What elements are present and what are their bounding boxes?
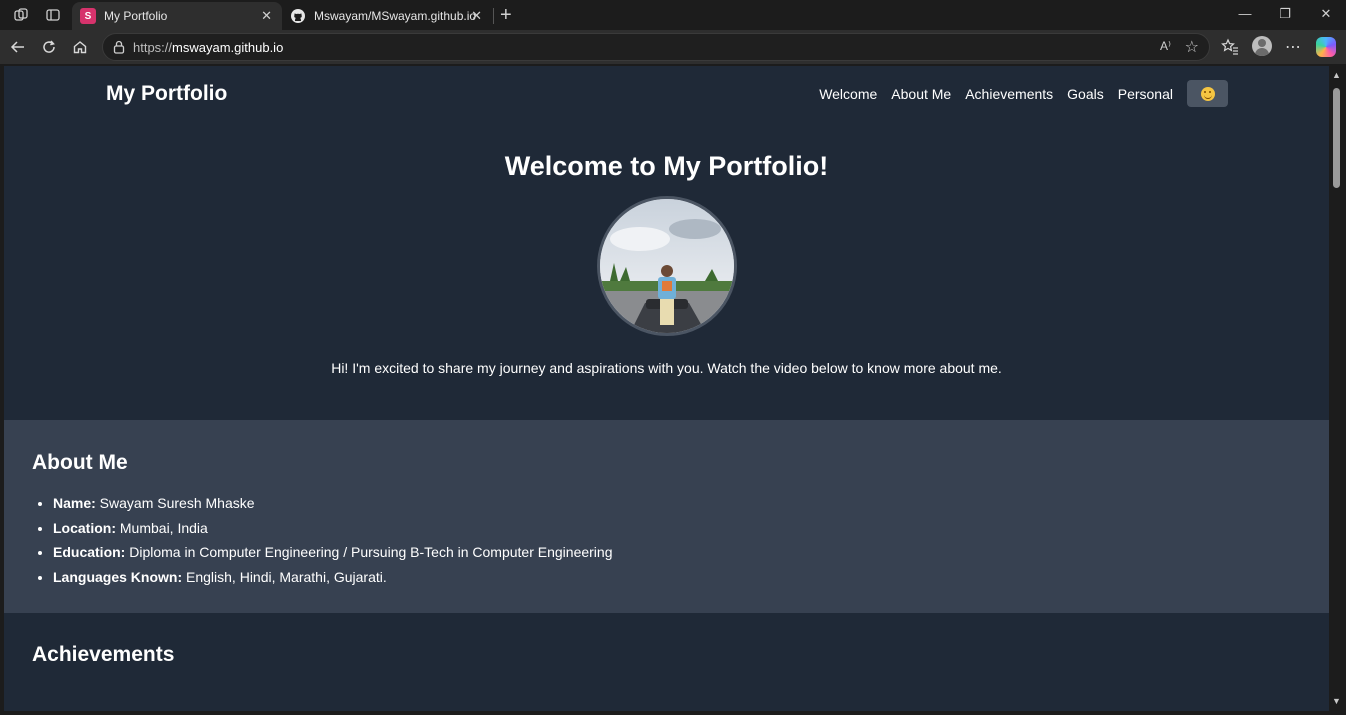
item-value: Swayam Suresh Mhaske (95, 495, 255, 511)
site-header: My Portfolio Welcome About Me Achievemen… (4, 66, 1329, 126)
intro-text: Hi! I'm excited to share my journey and … (331, 360, 1002, 376)
page-viewport: My Portfolio Welcome About Me Achievemen… (4, 66, 1329, 711)
refresh-icon[interactable] (39, 37, 59, 57)
restore-icon[interactable]: ❐ (1275, 6, 1295, 22)
scroll-up-arrow-icon[interactable]: ▲ (1332, 70, 1341, 80)
item-label: Name: (53, 495, 96, 511)
list-item: Education: Diploma in Computer Engineeri… (53, 540, 613, 565)
nav-about-me[interactable]: About Me (891, 86, 951, 102)
tab-title: Mswayam/MSwayam.github.io (314, 9, 477, 23)
tab-separator (493, 8, 494, 24)
achievements-heading: Achievements (32, 643, 175, 666)
favorites-icon[interactable] (1220, 37, 1240, 57)
tab-my-portfolio[interactable]: S My Portfolio ✕ (72, 2, 282, 30)
site-title: My Portfolio (106, 82, 228, 105)
more-options-icon[interactable]: ⋯ (1283, 37, 1303, 57)
tab-github[interactable]: Mswayam/MSwayam.github.io ✕ (282, 2, 492, 30)
profile-avatar-icon[interactable] (1252, 36, 1272, 56)
url-text[interactable]: https://mswayam.github.io (133, 40, 283, 55)
github-icon (290, 8, 306, 24)
browser-toolbar: https://mswayam.github.io A⁾ ☆ ⋯ (0, 30, 1346, 64)
scroll-down-arrow-icon[interactable]: ▼ (1332, 696, 1341, 706)
about-me-section: About Me Name: Swayam Suresh Mhaske Loca… (4, 420, 1329, 613)
profile-photo (597, 196, 737, 336)
item-value: English, Hindi, Marathi, Gujarati. (182, 569, 387, 586)
item-label: Education: (53, 544, 126, 561)
close-tab-icon[interactable]: ✕ (261, 8, 272, 24)
address-bar[interactable]: https://mswayam.github.io A⁾ ☆ (102, 33, 1210, 61)
emoji-face-icon (1200, 86, 1215, 101)
welcome-heading: Welcome to My Portfolio! (504, 151, 829, 181)
list-item: Languages Known: English, Hindi, Marathi… (53, 565, 613, 590)
url-scheme: https:// (133, 40, 173, 55)
nav-personal[interactable]: Personal (1118, 86, 1173, 102)
scrollbar-thumb[interactable] (1333, 88, 1340, 188)
favorite-star-icon[interactable]: ☆ (1185, 37, 1199, 57)
nav-goals[interactable]: Goals (1067, 86, 1104, 102)
item-value: Mumbai, India (116, 519, 208, 536)
nav-achievements[interactable]: Achievements (965, 86, 1053, 102)
minimize-icon[interactable]: — (1235, 6, 1255, 21)
copilot-icon[interactable] (1316, 37, 1336, 57)
item-label: Languages Known: (53, 569, 183, 586)
tab-title: My Portfolio (104, 9, 168, 23)
welcome-section: Welcome to My Portfolio! Hi! I'm excited… (4, 126, 1329, 420)
url-host: mswayam.github.io (172, 40, 284, 55)
new-tab-icon[interactable]: + (500, 4, 512, 27)
theme-toggle-button[interactable] (1187, 80, 1228, 107)
item-label: Location: (53, 519, 116, 536)
lock-icon[interactable] (111, 39, 127, 55)
about-me-heading: About Me (32, 451, 128, 474)
home-icon[interactable] (70, 37, 90, 57)
back-icon[interactable] (8, 37, 28, 57)
achievements-section: Achievements (4, 613, 1329, 711)
page-scrollbar[interactable]: ▲ ▼ (1329, 66, 1346, 715)
close-tab-icon[interactable]: ✕ (471, 8, 482, 24)
browser-tab-bar: S My Portfolio ✕ Mswayam/MSwayam.github.… (0, 0, 1346, 30)
list-item: Name: Swayam Suresh Mhaske (53, 491, 613, 516)
list-item: Location: Mumbai, India (53, 516, 613, 541)
nav-welcome[interactable]: Welcome (819, 86, 877, 102)
workspaces-icon[interactable] (12, 6, 30, 24)
about-me-list: Name: Swayam Suresh Mhaske Location: Mum… (53, 491, 613, 590)
close-window-icon[interactable]: ✕ (1316, 6, 1336, 22)
portfolio-favicon-icon: S (80, 8, 96, 24)
read-aloud-icon[interactable]: A⁾ (1160, 39, 1171, 53)
tab-actions-icon[interactable] (44, 6, 62, 24)
item-value: Diploma in Computer Engineering / Pursui… (125, 544, 613, 561)
site-nav: Welcome About Me Achievements Goals Pers… (819, 86, 1173, 102)
